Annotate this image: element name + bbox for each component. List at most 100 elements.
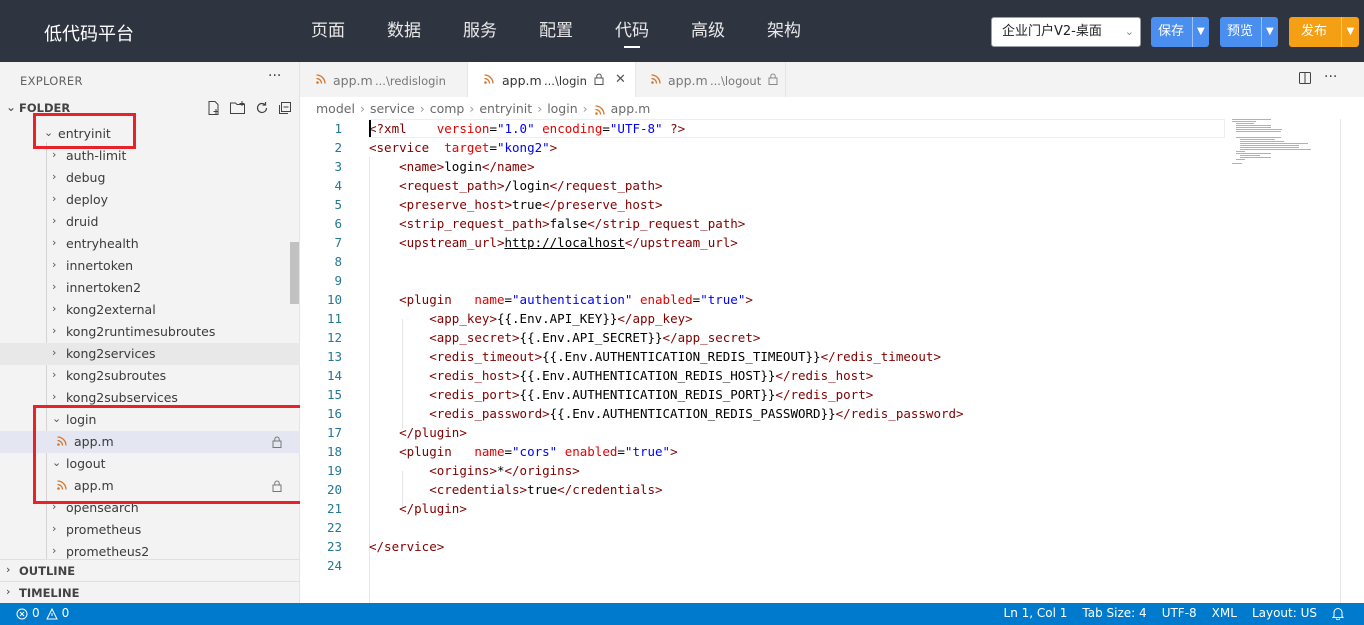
code-editor[interactable]: 1 2 3 4 5 6 7 8 9 10 11 12 13 14 15 16 17 18 19 20 21 22 23 24 …	[300, 119, 1340, 625]
tree-item-deploy[interactable]: › deploy	[0, 189, 300, 211]
preview-button[interactable]: 预览 ▼	[1220, 17, 1278, 47]
problems-indicator[interactable]: 0 0	[16, 606, 69, 620]
outline-section[interactable]: › OUTLINE	[0, 559, 300, 581]
breadcrumb-item[interactable]: app.m	[611, 101, 651, 119]
tab-size[interactable]: Tab Size: 4	[1082, 606, 1146, 620]
publish-dropdown-icon[interactable]: ▼	[1341, 17, 1359, 47]
nav-item-advanced[interactable]: 高级	[670, 0, 746, 62]
code-line[interactable]: <?xml version="1.0" encoding="UTF-8" ?>	[369, 119, 685, 138]
more-icon[interactable]: ···	[1324, 70, 1337, 85]
split-editor-icon[interactable]	[1298, 71, 1312, 85]
file-encoding[interactable]: UTF-8	[1162, 606, 1197, 620]
close-icon[interactable]: ✕	[615, 72, 626, 87]
cursor-position[interactable]: Ln 1, Col 1	[1004, 606, 1068, 620]
save-button-label: 保存	[1158, 24, 1185, 39]
code-line[interactable]: <preserve_host>true</preserve_host>	[369, 195, 662, 214]
nav-item-pages[interactable]: 页面	[290, 0, 366, 62]
tree-item-innertoken[interactable]: › innertoken	[0, 255, 300, 277]
minimap-line	[1240, 147, 1299, 148]
minimap[interactable]	[1232, 119, 1314, 169]
line-number: 7	[334, 235, 342, 250]
tree-item-label: auth-limit	[66, 148, 127, 163]
code-line[interactable]: </plugin>	[369, 423, 467, 442]
preview-dropdown-icon[interactable]: ▼	[1260, 17, 1278, 47]
code-line[interactable]: <plugin name="authentication" enabled="t…	[369, 290, 753, 309]
breadcrumb-item[interactable]: service	[370, 101, 415, 119]
code-line[interactable]: <redis_host>{{.Env.AUTHENTICATION_REDIS_…	[369, 366, 873, 385]
publish-button[interactable]: 发布 ▼	[1289, 17, 1359, 47]
code-line[interactable]: <upstream_url>http://localhost</upstream…	[369, 233, 738, 252]
code-line[interactable]: <redis_password>{{.Env.AUTHENTICATION_RE…	[369, 404, 963, 423]
tree-item-label: kong2subservices	[66, 390, 178, 405]
code-line[interactable]: <name>login</name>	[369, 157, 535, 176]
language-mode[interactable]: XML	[1212, 606, 1237, 620]
breadcrumb-item[interactable]: entryinit	[479, 101, 532, 119]
nav-item-architecture[interactable]: 架构	[746, 0, 822, 62]
tree-item-kong2external[interactable]: › kong2external	[0, 299, 300, 321]
code-line[interactable]: <plugin name="cors" enabled="true">	[369, 442, 678, 461]
editor-scrollbar[interactable]	[1340, 119, 1341, 603]
line-number: 20	[326, 482, 342, 497]
tree-item-entryhealth[interactable]: › entryhealth	[0, 233, 300, 255]
chevron-right-icon: ›	[419, 101, 425, 116]
tree-item-kong2services[interactable]: › kong2services	[0, 343, 300, 365]
save-dropdown-icon[interactable]: ▼	[1191, 17, 1209, 47]
code-line[interactable]: </plugin>	[369, 499, 467, 518]
minimap-line	[1240, 149, 1311, 150]
code-line[interactable]: <app_key>{{.Env.API_KEY}}</app_key>	[369, 309, 692, 328]
top-bar: 低代码平台 页面 数据 服务 配置 代码 高级 架构 企业门户V2-桌面 ⌄ 保…	[0, 0, 1364, 62]
breadcrumb-item[interactable]: login	[547, 101, 577, 119]
code-line[interactable]: <request_path>/login</request_path>	[369, 176, 662, 195]
save-button[interactable]: 保存 ▼	[1151, 17, 1209, 47]
code-line[interactable]: <redis_port>{{.Env.AUTHENTICATION_REDIS_…	[369, 385, 873, 404]
line-number: 12	[326, 330, 342, 345]
app-select[interactable]: 企业门户V2-桌面 ⌄	[991, 17, 1141, 47]
tab-redislogin[interactable]: app.m ...\redislogin	[300, 62, 468, 97]
collapse-all-icon[interactable]	[277, 100, 293, 116]
timeline-section[interactable]: › TIMELINE	[0, 581, 300, 603]
nav-item-config[interactable]: 配置	[518, 0, 594, 62]
line-number: 23	[326, 539, 342, 554]
breadcrumb-item[interactable]: model	[316, 101, 355, 119]
nav-item-data[interactable]: 数据	[366, 0, 442, 62]
refresh-icon[interactable]	[254, 100, 270, 116]
nav-item-services[interactable]: 服务	[442, 0, 518, 62]
code-line[interactable]: <origins>*</origins>	[369, 461, 580, 480]
new-file-icon[interactable]	[206, 100, 222, 116]
tab-logout[interactable]: app.m ...\logout	[636, 62, 786, 97]
code-line[interactable]: <redis_timeout>{{.Env.AUTHENTICATION_RED…	[369, 347, 941, 366]
minimap-line	[1240, 141, 1284, 142]
bell-icon[interactable]	[1332, 607, 1344, 620]
publish-button-label: 发布	[1301, 24, 1328, 39]
keyboard-layout[interactable]: Layout: US	[1252, 606, 1317, 620]
code-line[interactable]: <credentials>true</credentials>	[369, 480, 662, 499]
tree-item-debug[interactable]: › debug	[0, 167, 300, 189]
tree-item-kong2subroutes[interactable]: › kong2subroutes	[0, 365, 300, 387]
chevron-right-icon: ›	[359, 101, 365, 116]
more-icon[interactable]: ···	[268, 68, 281, 84]
preview-button-label: 预览	[1227, 24, 1254, 39]
code-line[interactable]: <strip_request_path>false</strip_request…	[369, 214, 745, 233]
line-number: 9	[334, 273, 342, 288]
line-number: 22	[326, 520, 342, 535]
tab-login[interactable]: app.m ...\login ✕	[468, 62, 636, 97]
tree-item-prometheus[interactable]: › prometheus	[0, 519, 300, 541]
tree-item-druid[interactable]: › druid	[0, 211, 300, 233]
line-number: 11	[326, 311, 342, 326]
new-folder-icon[interactable]	[229, 100, 247, 116]
tree-item-prometheus2[interactable]: › prometheus2	[0, 541, 300, 560]
code-line[interactable]: <service target="kong2">	[369, 138, 557, 157]
code-line[interactable]: <app_secret>{{.Env.API_SECRET}}</app_sec…	[369, 328, 760, 347]
tree-item-label: innertoken	[66, 258, 134, 273]
breadcrumb-item[interactable]: comp	[430, 101, 465, 119]
status-bar: 0 0 Ln 1, Col 1 Tab Size: 4 UTF-8 XML La…	[0, 603, 1364, 625]
line-number: 10	[326, 292, 342, 307]
nav-item-code[interactable]: 代码	[594, 0, 670, 62]
tree-item-label: innertoken2	[66, 280, 142, 295]
main-nav: 页面 数据 服务 配置 代码 高级 架构	[290, 0, 822, 62]
code-line[interactable]: </service>	[369, 537, 444, 556]
sidebar-scrollbar[interactable]	[290, 242, 299, 304]
tree-item-innertoken2[interactable]: › innertoken2	[0, 277, 300, 299]
line-number: 5	[334, 197, 342, 212]
tree-item-kong2runtimesubroutes[interactable]: › kong2runtimesubroutes	[0, 321, 300, 343]
